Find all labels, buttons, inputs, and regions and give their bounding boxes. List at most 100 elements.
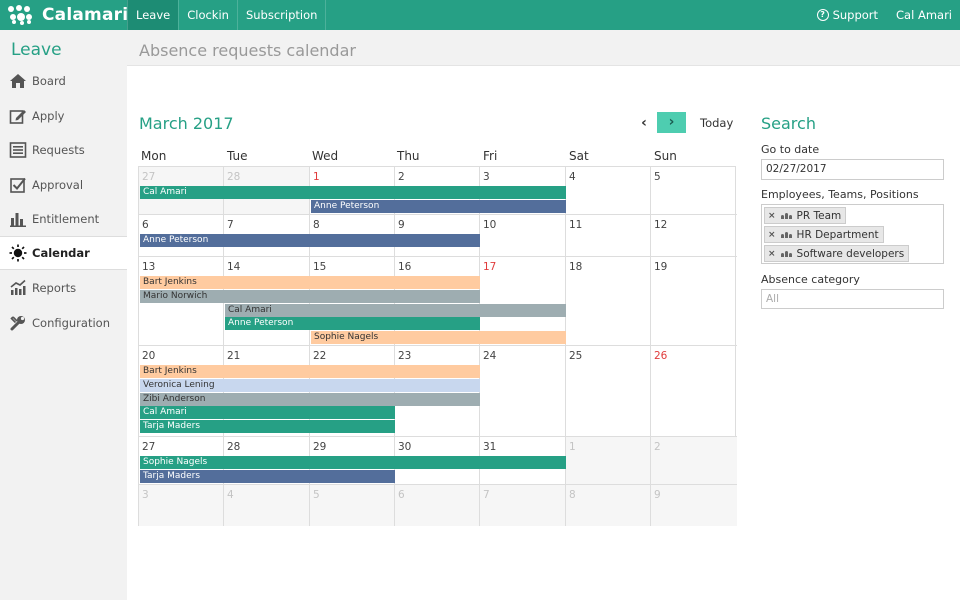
absence-event-bar[interactable]: Anne Peterson xyxy=(140,234,480,247)
calendar-day-cell[interactable] xyxy=(566,485,651,526)
filter-tag: × HR Department xyxy=(764,226,884,243)
calendar-day-number: 5 xyxy=(654,171,661,183)
weekday-label: Sun xyxy=(654,149,677,163)
calendar-day-cell[interactable] xyxy=(651,167,737,215)
employee-filter-input[interactable]: × PR Team × HR Department × Software dev… xyxy=(761,204,944,264)
support-link[interactable]: ? Support xyxy=(816,8,879,22)
absence-event-bar[interactable]: Veronica Lening xyxy=(140,378,480,392)
tab-leave[interactable]: Leave xyxy=(127,0,179,30)
tab-clockin[interactable]: Clockin xyxy=(178,0,237,30)
sidebar-item-label: Apply xyxy=(32,109,65,123)
remove-tag-icon[interactable]: × xyxy=(768,211,776,221)
sidebar-item-calendar[interactable]: Calendar xyxy=(0,236,127,270)
calendar-day-cell[interactable] xyxy=(651,437,737,485)
remove-tag-icon[interactable]: × xyxy=(768,249,776,259)
calendar-day-number: 14 xyxy=(227,261,241,273)
absence-event-bar[interactable]: Cal Amari xyxy=(140,406,395,420)
absence-event-bar[interactable]: Anne Peterson xyxy=(225,317,480,331)
calendar-day-number: 18 xyxy=(569,261,583,273)
calendar-day-number: 3 xyxy=(142,489,149,501)
sidebar-item-label: Approval xyxy=(32,178,84,192)
calendar-day-number: 30 xyxy=(398,441,412,453)
sidebar-item-apply[interactable]: Apply xyxy=(0,99,127,133)
calendar-day-cell[interactable] xyxy=(310,485,395,526)
absence-event-bar[interactable]: Bart Jenkins xyxy=(140,365,480,378)
calendar-day-cell[interactable] xyxy=(395,485,480,526)
home-icon xyxy=(10,74,26,88)
sidebar-item-reports[interactable]: Reports xyxy=(0,271,127,305)
today-button[interactable]: Today xyxy=(700,116,733,130)
filter-tag: × PR Team xyxy=(764,207,847,224)
goto-date-input[interactable]: 02/27/2017 xyxy=(761,159,944,180)
top-nav: Leave Clockin Subscription xyxy=(127,0,327,30)
calendar-day-cell[interactable] xyxy=(480,485,566,526)
remove-tag-icon[interactable]: × xyxy=(768,230,776,240)
sidebar-item-label: Configuration xyxy=(32,316,110,330)
calamari-logo[interactable]: Calamari xyxy=(8,4,128,26)
absence-category-select[interactable]: All xyxy=(761,289,944,309)
calendar-day-number: 2 xyxy=(398,171,405,183)
calendar-grid: 27 28 1 2 3 4 5 6 7 8 9 10 11 12 13 14 15 16 17 18 19 20 21 22 2… xyxy=(138,166,737,526)
calendar-day-cell[interactable] xyxy=(566,437,651,485)
absence-event-bar[interactable]: Sophie Nagels xyxy=(311,331,566,345)
next-month-button[interactable]: › xyxy=(657,112,686,133)
calendar-day-number: 19 xyxy=(654,261,668,273)
calendar-day-cell[interactable] xyxy=(566,167,651,215)
goto-date-label: Go to date xyxy=(761,143,820,156)
calendar-day-number: 17 xyxy=(483,261,497,273)
question-icon: ? xyxy=(816,9,829,21)
absence-event-bar[interactable]: Anne Peterson xyxy=(311,199,566,213)
absence-category-label: Absence category xyxy=(761,273,860,286)
sidebar-item-approval[interactable]: Approval xyxy=(0,168,127,202)
calendar-day-number: 8 xyxy=(569,489,576,501)
absence-event-bar[interactable]: Tarja Maders xyxy=(140,420,395,434)
calendar-day-cell[interactable] xyxy=(139,485,224,526)
sidebar-item-label: Reports xyxy=(32,281,77,295)
calendar-day-number: 25 xyxy=(569,350,583,362)
calendar-day-cell[interactable] xyxy=(224,485,310,526)
octopus-icon xyxy=(8,5,36,25)
filter-tag-label: Software developers xyxy=(796,247,905,260)
line-chart-icon xyxy=(10,279,26,295)
calendar-day-number: 13 xyxy=(142,261,156,273)
weekday-label: Thu xyxy=(397,149,420,163)
logo-text: Calamari xyxy=(42,5,129,25)
calendar-day-number: 7 xyxy=(227,219,234,231)
calendar-day-number: 9 xyxy=(398,219,405,231)
calendar-day-number: 21 xyxy=(227,350,241,362)
sidebar-title: Leave xyxy=(11,40,62,60)
sidebar-item-label: Calendar xyxy=(32,246,90,260)
sidebar-item-configuration[interactable]: Configuration xyxy=(0,306,127,340)
user-menu[interactable]: Cal Amari xyxy=(896,8,952,22)
calendar-day-cell[interactable] xyxy=(651,485,737,526)
employee-filter-label: Employees, Teams, Positions xyxy=(761,188,919,201)
sidebar: Leave Board Apply Requests Approval Enti… xyxy=(0,30,127,600)
sidebar-item-board[interactable]: Board xyxy=(0,64,127,98)
sidebar-item-label: Requests xyxy=(32,143,85,157)
pencil-icon xyxy=(9,110,26,124)
search-title: Search xyxy=(761,114,816,133)
absence-event-bar[interactable]: Tarja Maders xyxy=(140,469,395,483)
support-label: Support xyxy=(832,8,879,22)
sidebar-item-entitlement[interactable]: Entitlement xyxy=(0,202,127,236)
absence-event-bar[interactable]: Mario Norwich xyxy=(140,289,480,303)
absence-event-bar[interactable]: Cal Amari xyxy=(225,303,566,317)
absence-event-bar[interactable]: Sophie Nagels xyxy=(140,456,566,469)
calendar-month-title: March 2017 xyxy=(139,114,234,133)
absence-event-bar[interactable]: Cal Amari xyxy=(140,186,566,199)
calendar-day-number: 1 xyxy=(313,171,320,183)
calendar-day-number: 26 xyxy=(654,350,668,362)
absence-event-bar[interactable]: Bart Jenkins xyxy=(140,276,480,289)
sidebar-item-label: Entitlement xyxy=(32,212,100,226)
prev-month-button[interactable]: ‹ xyxy=(634,113,654,133)
calendar-day-number: 31 xyxy=(483,441,497,453)
sidebar-item-requests[interactable]: Requests xyxy=(0,133,127,167)
calendar-day-number: 4 xyxy=(227,489,234,501)
weekday-label: Sat xyxy=(569,149,589,163)
calendar-day-number: 8 xyxy=(313,219,320,231)
list-icon xyxy=(9,142,27,158)
filter-tag-label: PR Team xyxy=(796,209,842,222)
tab-subscription[interactable]: Subscription xyxy=(236,0,327,30)
absence-event-bar[interactable]: Zibi Anderson xyxy=(140,392,480,406)
calendar-day-number: 15 xyxy=(313,261,327,273)
